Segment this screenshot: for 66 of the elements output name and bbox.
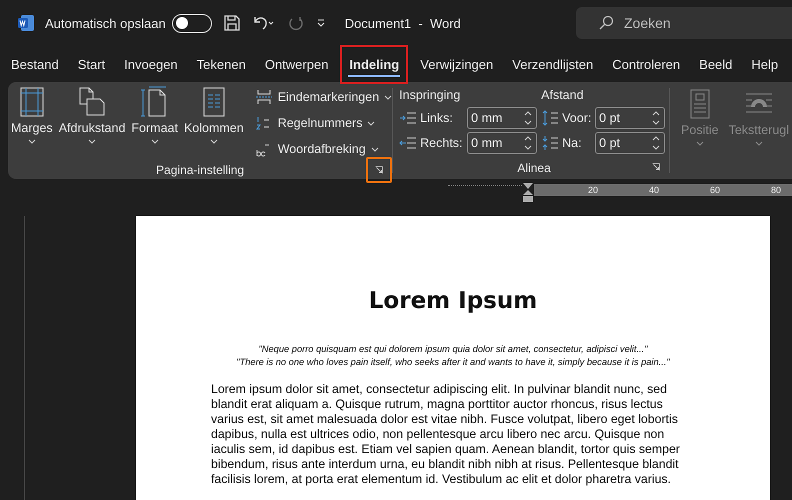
ribbon-tab[interactable]: Invoegen	[117, 48, 185, 80]
ribbon-tab[interactable]: Ontwerpen	[258, 48, 336, 80]
ribbon-tab[interactable]: Beeld	[692, 48, 740, 80]
spacing-heading: Afstand	[541, 88, 585, 102]
spinner-icon[interactable]	[652, 134, 660, 152]
spacing-icon	[541, 135, 560, 151]
ribbon-button[interactable]: Formaat	[128, 86, 181, 160]
spinner-icon[interactable]	[524, 134, 532, 152]
ribbon-button[interactable]: Marges	[8, 86, 56, 160]
spinner-icon[interactable]	[524, 109, 532, 127]
caret-icon	[210, 139, 218, 144]
search-icon	[598, 15, 614, 31]
caret-icon	[367, 120, 376, 126]
caret-icon	[384, 94, 392, 100]
caret-icon	[696, 141, 704, 146]
autosave-label: Automatisch opslaan	[45, 16, 166, 30]
customize-caret-icon[interactable]	[314, 17, 327, 29]
ruler-number: 60	[710, 185, 722, 195]
spin-field[interactable]: 0 mm	[467, 107, 538, 129]
spacing-icon	[541, 110, 560, 126]
caret-icon	[370, 146, 379, 152]
spin-field[interactable]: 0 pt	[595, 107, 666, 129]
word-logo-icon	[17, 14, 35, 32]
indent-icon	[399, 111, 418, 125]
ribbon-button[interactable]: Regelnummers	[254, 112, 392, 134]
ribbon-button[interactable]: Woordafbreking	[254, 138, 392, 160]
field-label: Links:	[420, 111, 454, 125]
ribbon-tab[interactable]: Indeling	[340, 44, 408, 84]
ribbon-tab[interactable]: Start	[70, 48, 112, 80]
ribbon-tab[interactable]: Controleren	[605, 48, 688, 80]
dialog-launcher-icon[interactable]	[366, 157, 392, 183]
group-label: Pagina-instelling	[156, 162, 244, 176]
ruler-number: 40	[649, 185, 660, 195]
spin-field[interactable]: 0 pt	[595, 132, 666, 154]
caret-icon	[754, 141, 763, 146]
spin-field[interactable]: 0 mm	[467, 132, 538, 154]
spinner-icon[interactable]	[652, 109, 660, 127]
quote-text: "Neque porro quisquam est qui dolorem ipsum quia dolor sit amet, consectetur, adipisci velit..."	[258, 344, 649, 354]
caret-icon	[88, 139, 96, 144]
ribbon-tab[interactable]: Verzendlijsten	[505, 48, 600, 80]
field-label: Na:	[562, 136, 583, 150]
ribbon-tab[interactable]: Bestand	[4, 48, 66, 80]
group-label: Alinea	[517, 161, 551, 175]
indent-heading: Inspringing	[399, 88, 462, 102]
ruler-number: 80	[771, 185, 782, 195]
ribbon-tab[interactable]: Verwijzingen	[413, 48, 500, 80]
field-label: Rechts:	[420, 136, 464, 150]
caret-icon	[150, 139, 159, 144]
indent-marker-icon[interactable]	[522, 183, 534, 203]
quote-text: "There is no one who loves pain itself, who seeks after it and wants to have it, simply because it is pain..."	[235, 357, 671, 367]
indent-icon	[399, 136, 418, 150]
autosave-toggle[interactable]	[172, 14, 212, 32]
caret-icon	[28, 139, 36, 144]
ribbon-tab[interactable]: Tekenen	[190, 48, 253, 80]
field-label: Voor:	[562, 111, 592, 125]
search-field[interactable]: Zoeken	[576, 7, 792, 39]
ruler-number: 20	[588, 185, 600, 195]
window-title: Document1 - Word	[344, 16, 461, 30]
ribbon-button[interactable]: Afdrukstand	[56, 86, 128, 160]
body-paragraph: Lorem ipsum dolor sit amet, consectetur adipiscing elit. In pulvinar blandit nunc, sed blandit erat aliquam a. Quisque rutrum, magna porttitor auctor rhoncus, risus lectus varius est, sit amet malesuada dolor est vitae nibh. Fusce volutpat, libero eget lobortis dapibus, nulla est ultrices odio, non pellentesque arcu libero nec arcu. Quisque non iaculis sem, id dapibus est. Etiam vel sapien quam. Aenean blandit, tortor quis semper bibendum, risus ante interdum urna, eu blandit nibh nibh at risus. Pellentesque blandit facilisis lorem, at porta erat elementum id. Vestibulum ac elit et dolor pharetra varius.	[211, 382, 681, 487]
ribbon-tab[interactable]: Help	[744, 48, 786, 80]
document-title: Lorem Ipsum	[368, 288, 538, 314]
save-icon[interactable]	[222, 14, 241, 32]
ribbon-button[interactable]: Kolommen	[180, 86, 247, 160]
redo-icon[interactable]	[286, 14, 305, 32]
ribbon-button[interactable]: Eindemarkeringen	[254, 86, 392, 108]
